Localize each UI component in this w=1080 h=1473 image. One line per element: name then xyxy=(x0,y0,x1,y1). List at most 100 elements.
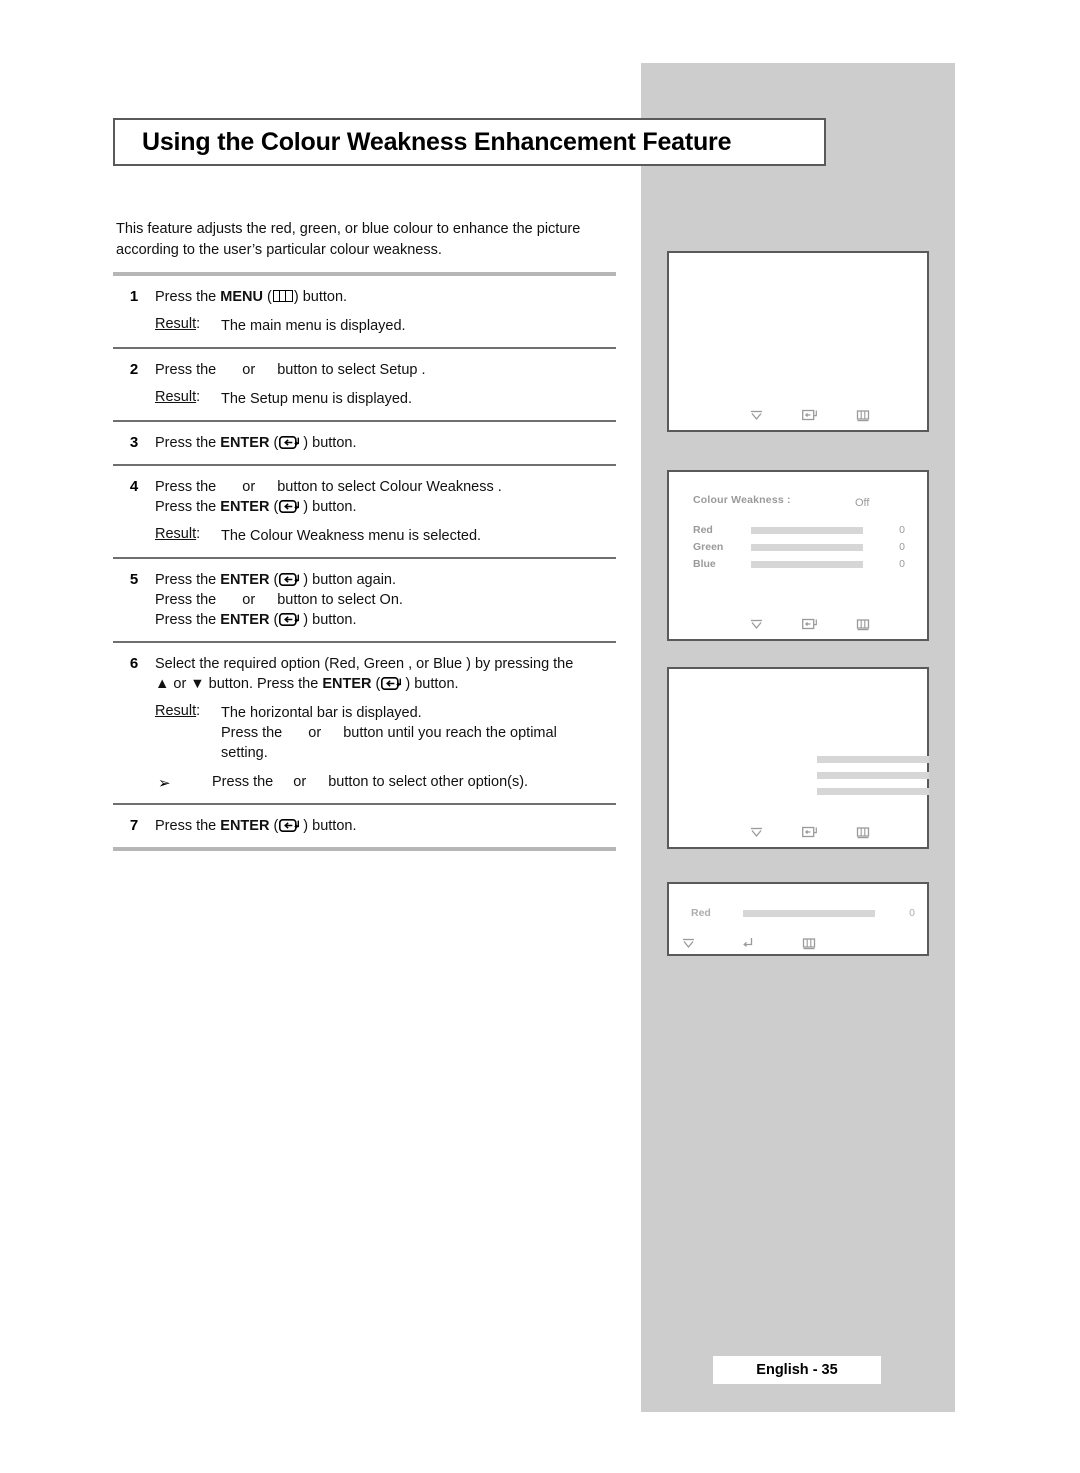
note-text: Press the or button to select other optio… xyxy=(212,774,528,790)
osd-screen-main-menu xyxy=(667,251,929,432)
osd-row[interactable]: Green 0 xyxy=(693,539,907,555)
enter-icon xyxy=(279,573,302,586)
osd-row[interactable]: Red 0 xyxy=(693,522,907,538)
osd-row-label: Red xyxy=(691,907,711,919)
step-text-post: ) button. xyxy=(303,612,357,628)
step-text-bold: ENTER xyxy=(220,572,270,588)
step-number: 3 xyxy=(129,434,139,451)
enter-icon xyxy=(279,819,302,832)
result-value: The Colour Weakness menu is selected. xyxy=(221,528,482,544)
enter-icon xyxy=(279,436,302,449)
osd-slider-bar[interactable] xyxy=(817,772,929,779)
step-text-pre: Press the xyxy=(155,479,221,495)
step-text-bold: ENTER xyxy=(220,612,270,628)
step-number: 2 xyxy=(129,361,139,378)
step-text-bold: ENTER xyxy=(220,818,270,834)
step-item: 4 Press the or button to select Colour We… xyxy=(113,466,616,557)
step-body: Press the MENU () button. Result: The ma… xyxy=(155,287,616,336)
step-text-bold: ENTER xyxy=(322,676,372,692)
osd-row-value: 0 xyxy=(909,907,915,919)
step-text-pre: Press the xyxy=(155,362,221,378)
osd-slider-bar[interactable] xyxy=(751,526,863,534)
step-number: 7 xyxy=(129,817,139,834)
result-label: Result: xyxy=(155,389,221,409)
step-number: 1 xyxy=(129,288,139,305)
down-arrow-icon xyxy=(749,825,764,839)
enter-icon xyxy=(801,826,819,839)
osd-footer-icons xyxy=(669,617,927,631)
result-colon: : xyxy=(196,703,201,719)
result-text-pre: Press the xyxy=(221,725,287,741)
step-text-mid: ( xyxy=(371,676,381,692)
step-item: 1 Press the MENU () button. Result: The … xyxy=(113,276,616,347)
osd-slider-bar[interactable] xyxy=(743,909,875,917)
enter-icon xyxy=(279,613,302,626)
result-label-text: Result xyxy=(155,526,197,542)
step-text-bold: MENU xyxy=(220,289,263,305)
step-text-mid: ( xyxy=(269,435,279,451)
enter-icon xyxy=(279,500,302,513)
step-text-pre: Press the xyxy=(155,289,221,305)
step-item: 6 Select the required option (Red, Green… xyxy=(113,643,616,803)
step-text-post: button to select On. xyxy=(277,592,403,608)
result-text-post: button until you reach the optimal xyxy=(343,725,557,741)
result-row: Result: The main menu is displayed. xyxy=(155,316,616,336)
page-title-box: Using the Colour Weakness Enhancement Fe… xyxy=(113,118,826,166)
osd-single-row[interactable]: Red 0 xyxy=(691,907,915,919)
result-label: Result: xyxy=(155,316,221,336)
step-text-mid: ( xyxy=(262,289,272,305)
step-body: Press the ENTER ( ) button. xyxy=(155,816,616,836)
osd-row-value: 0 xyxy=(899,558,905,570)
step-line: Press the or button to select On. xyxy=(155,590,616,610)
osd-footer-icons xyxy=(669,825,927,839)
osd-row-value: 0 xyxy=(899,524,905,536)
step-item: 3 Press the ENTER () button. xyxy=(113,422,616,464)
osd-row[interactable]: Blue 0 xyxy=(693,556,907,572)
down-arrow-icon xyxy=(749,617,764,631)
result-label: Result: xyxy=(155,703,221,763)
step-text-post: button to select Setup . xyxy=(277,362,426,378)
osd-footer-icons xyxy=(669,408,927,422)
result-colon: : xyxy=(196,526,201,542)
osd-slider-bar[interactable] xyxy=(751,560,863,568)
step-text-post: ) button. xyxy=(303,818,357,834)
note-row: ➢ Press the or button to select other opt… xyxy=(155,774,616,792)
result-row: Result: The Setup menu is displayed. xyxy=(155,389,616,409)
step-line: Press the ENTER () button. xyxy=(155,433,616,453)
step-text-pre: Press the xyxy=(155,572,221,588)
step-line: Select the required option (Red, Green ,… xyxy=(155,656,574,672)
osd-slider-bar[interactable] xyxy=(817,788,929,795)
osd-bar-list xyxy=(817,756,929,804)
step-line: Press the or button to select Colour Weak… xyxy=(155,477,616,497)
intro-paragraph: This feature adjusts the red, green, or … xyxy=(116,221,581,258)
step-text-mid: or xyxy=(242,479,256,495)
osd-slider-bar[interactable] xyxy=(751,543,863,551)
result-label-text: Result xyxy=(155,703,197,719)
result-row: Result: The Colour Weakness menu is sele… xyxy=(155,526,616,546)
step-text-post: button to select Colour Weakness . xyxy=(277,479,502,495)
step-line: Press the ENTER ( ) button. xyxy=(155,816,616,836)
step-text-mid: ( xyxy=(269,818,279,834)
note-text-pre: Press the xyxy=(212,774,278,790)
osd-row-label: Green xyxy=(693,541,724,553)
result-label: Result: xyxy=(155,526,221,546)
menu-icon xyxy=(802,937,817,950)
step-text-mid: ( xyxy=(269,572,279,588)
enter-icon xyxy=(801,618,819,631)
step-body: Press the ENTER () button. xyxy=(155,433,616,453)
step-text-bold: ENTER xyxy=(220,435,270,451)
osd-slider-bar[interactable] xyxy=(817,756,929,763)
step-body: Select the required option (Red, Green ,… xyxy=(155,654,616,792)
step-text-post: ) button again. xyxy=(303,572,397,588)
step-text-post: ) button. xyxy=(405,676,459,692)
step-body: Press the ENTER ( ) button again. Press t… xyxy=(155,570,616,630)
step-text-mid: or xyxy=(242,592,256,608)
step-number: 6 xyxy=(129,655,139,672)
result-label-text: Result xyxy=(155,316,197,332)
result-value: Press the or button until you reach the o… xyxy=(221,723,557,743)
step-line: Press the ENTER () button. xyxy=(155,610,616,630)
down-arrow-icon xyxy=(681,936,696,950)
step-text-pre: Press the xyxy=(155,818,221,834)
step-text-pre: Press the xyxy=(155,435,221,451)
step-line: Press the ENTER ( ) button again. xyxy=(155,570,616,590)
